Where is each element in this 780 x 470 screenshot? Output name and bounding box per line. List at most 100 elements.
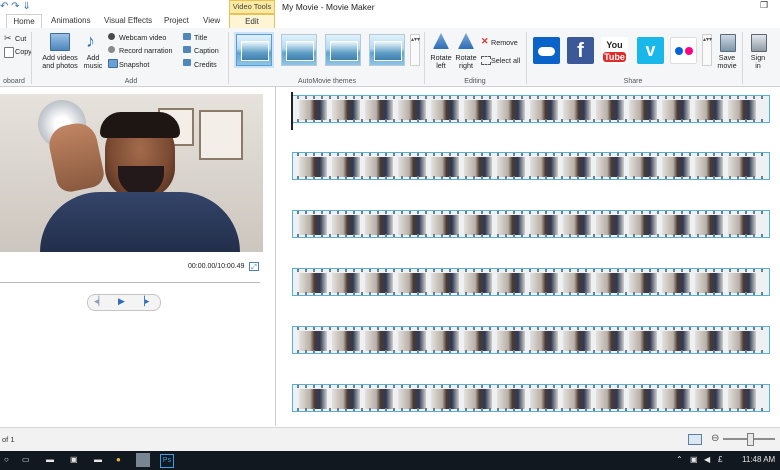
storyboard-row[interactable]	[292, 268, 770, 296]
sprocket-tick	[649, 269, 651, 272]
title-button[interactable]: Title	[194, 33, 207, 42]
storyboard-row[interactable]	[292, 152, 770, 180]
onedrive-icon[interactable]	[533, 37, 560, 64]
sprocket-tick	[649, 327, 651, 330]
remove-button[interactable]: Remove	[491, 38, 518, 47]
pane-divider[interactable]	[275, 86, 276, 426]
tab-visual-effects[interactable]: Visual Effects	[104, 14, 152, 28]
video-preview[interactable]	[0, 94, 263, 252]
previous-frame-icon[interactable]: ◂▏	[94, 296, 105, 307]
sprocket-tick	[585, 234, 587, 237]
play-icon[interactable]: ▶	[118, 296, 125, 307]
sprocket-tick	[305, 176, 307, 179]
rotate-left-button[interactable]: Rotate left	[428, 54, 454, 70]
record-narration-button[interactable]: Record narration	[119, 46, 173, 55]
caption-button[interactable]: Caption	[194, 46, 219, 55]
photoshop-icon[interactable]: Ps	[160, 454, 174, 468]
share-group-label: Share	[623, 78, 643, 85]
cut-button[interactable]: Cut	[15, 34, 26, 43]
save-movie-button[interactable]: Save movie	[713, 54, 741, 70]
sprocket-tick	[657, 350, 659, 353]
tab-home[interactable]: Home	[6, 14, 42, 28]
webcam-video-button[interactable]: Webcam video	[119, 33, 166, 42]
zoom-slider-thumb[interactable]	[747, 433, 754, 446]
sprocket-tick	[601, 327, 603, 330]
sprocket-tick	[745, 176, 747, 179]
fullscreen-icon[interactable]: ⤢	[249, 262, 259, 271]
sprocket-tick	[417, 176, 419, 179]
storyboard-row[interactable]	[292, 95, 770, 123]
vimeo-icon[interactable]: v	[637, 37, 664, 64]
sprocket-tick	[681, 350, 683, 353]
keyboard-icon[interactable]: £	[718, 455, 722, 464]
search-icon[interactable]: ○	[4, 455, 9, 464]
sprocket-tick	[737, 119, 739, 122]
sprocket-tick	[505, 327, 507, 330]
sprocket-tick	[569, 269, 571, 272]
playhead-cursor[interactable]	[291, 92, 293, 130]
facebook-icon[interactable]: f	[567, 37, 594, 64]
sprocket-tick	[353, 211, 355, 214]
select-all-button[interactable]: Select all	[491, 56, 520, 65]
sprocket-tick	[625, 408, 627, 411]
network-icon[interactable]: ▣	[690, 455, 698, 464]
sprocket-tick	[529, 269, 531, 272]
theme-thumbnail-3[interactable]	[325, 34, 361, 66]
sprocket-tick	[417, 269, 419, 272]
tab-view[interactable]: View	[203, 14, 220, 28]
sprocket-tick	[417, 211, 419, 214]
folder-icon[interactable]: ▬	[46, 455, 54, 464]
sprocket-tick	[657, 119, 659, 122]
sprocket-tick	[745, 234, 747, 237]
sprocket-tick	[449, 385, 451, 388]
themes-scroll-icon[interactable]: ▴▾▾	[410, 34, 420, 66]
seek-bar[interactable]	[0, 282, 260, 283]
thumbnail-size-icon[interactable]	[688, 434, 702, 445]
task-view-icon[interactable]: ▭	[22, 455, 30, 464]
theme-thumbnail-4[interactable]	[369, 34, 405, 66]
snapshot-button[interactable]: Snapshot	[119, 60, 149, 69]
sprocket-tick	[321, 176, 323, 179]
storyboard-row[interactable]	[292, 384, 770, 412]
sprocket-tick	[545, 327, 547, 330]
sprocket-tick	[761, 408, 763, 411]
tab-project[interactable]: Project	[164, 14, 189, 28]
zoom-out-icon[interactable]: ⊖	[711, 433, 719, 444]
store-icon[interactable]: ▣	[70, 455, 78, 464]
tab-edit[interactable]: Edit	[229, 14, 275, 28]
copy-button[interactable]: Copy	[15, 47, 32, 56]
storyboard-row[interactable]	[292, 326, 770, 354]
sprocket-tick	[329, 350, 331, 353]
share-scroll-icon[interactable]: ▴▾▾	[702, 34, 712, 66]
sprocket-tick	[337, 234, 339, 237]
sprocket-tick	[401, 327, 403, 330]
volume-icon[interactable]: ◀	[704, 455, 710, 464]
sprocket-tick	[641, 153, 643, 156]
mail-icon[interactable]: ▬	[94, 455, 102, 464]
theme-thumbnail-2[interactable]	[281, 34, 317, 66]
chrome-icon[interactable]: ●	[116, 455, 121, 464]
sprocket-tick	[641, 269, 643, 272]
sprocket-tick	[353, 350, 355, 353]
credits-button[interactable]: Credits	[194, 60, 217, 69]
storyboard-row[interactable]	[292, 210, 770, 238]
storyboard-frame	[299, 215, 327, 235]
add-videos-button[interactable]: Add videos and photos	[41, 54, 79, 70]
sprocket-tick	[345, 327, 347, 330]
movie-maker-icon[interactable]	[136, 453, 150, 467]
quick-access-icons[interactable]: ↶ ↷ ⇓	[0, 1, 31, 12]
rotate-right-button[interactable]: Rotate right	[453, 54, 479, 70]
sprocket-tick	[681, 234, 683, 237]
sprocket-tick	[737, 234, 739, 237]
sprocket-tick	[609, 211, 611, 214]
add-music-button[interactable]: Add music	[80, 54, 106, 70]
sign-in-button[interactable]: Sign in	[748, 54, 768, 70]
flickr-icon[interactable]	[670, 37, 697, 64]
sprocket-tick	[465, 119, 467, 122]
tab-animations[interactable]: Animations	[51, 14, 91, 28]
tray-up-icon[interactable]: ⌃	[676, 455, 683, 464]
theme-thumbnail-1[interactable]	[236, 34, 272, 66]
next-frame-icon[interactable]: ▕▸	[138, 296, 149, 307]
youtube-icon[interactable]: You Tube	[601, 37, 628, 64]
restore-window-icon[interactable]: ❐	[760, 0, 768, 11]
